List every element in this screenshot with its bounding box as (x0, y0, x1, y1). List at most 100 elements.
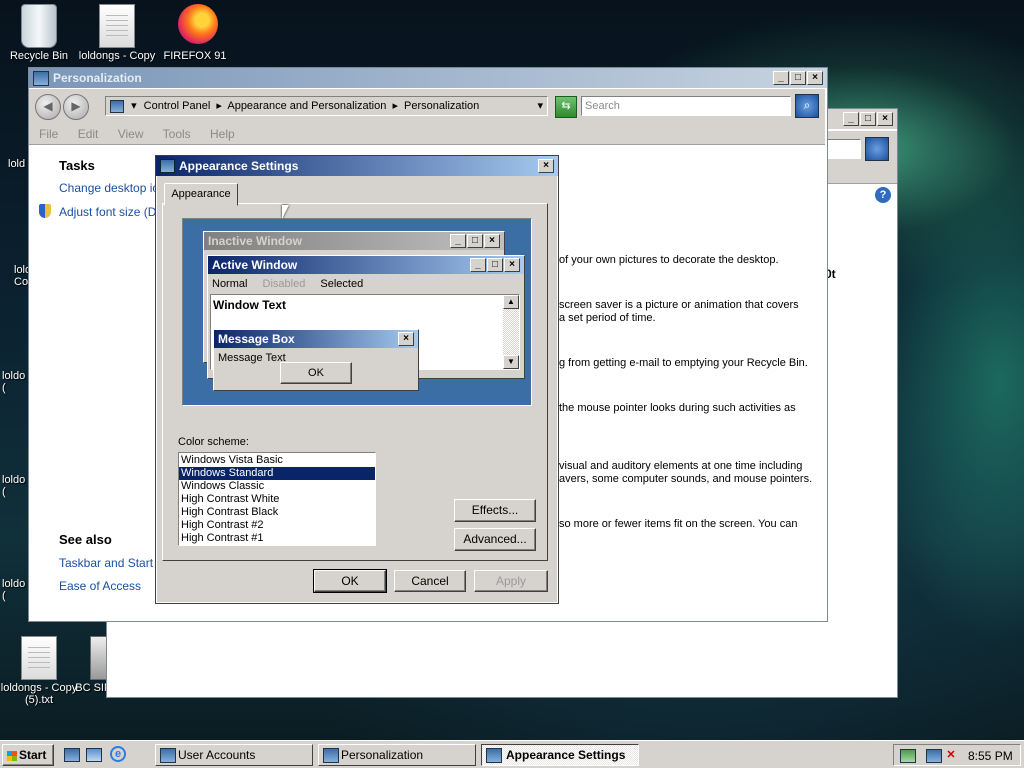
control-panel-icon (110, 99, 124, 113)
refresh-button[interactable]: ⇆ (555, 96, 577, 118)
see-also-heading: See also (59, 532, 112, 547)
desktop-partial-label: loldo ( (2, 370, 26, 394)
appearance-app-icon (486, 748, 502, 763)
switch-windows-icon[interactable] (86, 748, 102, 762)
dialog-title: Appearance Settings (179, 159, 299, 173)
control-panel-icon (323, 748, 339, 763)
shield-icon (39, 204, 51, 218)
taskbar-item-personalization[interactable]: Personalization (318, 744, 476, 766)
menu-view[interactable]: View (118, 127, 144, 141)
maximize-icon[interactable]: □ (790, 71, 806, 85)
start-button[interactable]: Start (2, 744, 54, 766)
help-icon[interactable]: ? (875, 187, 891, 203)
search-button[interactable]: ⌕ (795, 94, 819, 118)
desktop-icon-loldongs-copy[interactable]: loldongs - Copy (72, 4, 162, 62)
minimize-icon[interactable]: _ (843, 112, 859, 126)
windows-logo-icon (7, 750, 17, 761)
cancel-button[interactable]: Cancel (394, 570, 466, 592)
scheme-option[interactable]: High Contrast White (179, 493, 375, 506)
back-button[interactable]: ◀ (35, 94, 61, 120)
control-panel-icon (160, 748, 176, 763)
taskbar-item-user-accounts[interactable]: User Accounts (155, 744, 313, 766)
apply-button[interactable]: Apply (474, 570, 548, 592)
tasks-heading: Tasks (59, 158, 95, 173)
scheme-option[interactable]: High Contrast Black (179, 506, 375, 519)
text-file-icon (21, 636, 57, 680)
breadcrumb-appearance[interactable]: Appearance and Personalization (227, 100, 386, 112)
forward-button[interactable]: ▶ (63, 94, 89, 120)
personalization-titlebar: Personalization _ □ × (29, 68, 827, 88)
breadcrumb-control-panel[interactable]: Control Panel (144, 100, 211, 112)
search-icon: ⌕ (803, 98, 811, 112)
task-adjust-font-size[interactable]: Adjust font size (DPI) (59, 205, 155, 219)
menu-tools[interactable]: Tools (163, 127, 191, 141)
refresh-icon: ⇆ (561, 100, 571, 112)
network-icon[interactable] (900, 749, 916, 763)
navigation-bar: ◀ ▶ ▾ Control Panel ▸ Appearance and Per… (29, 89, 825, 123)
breadcrumb-separator[interactable]: ▸ (392, 100, 398, 112)
maximize-icon[interactable]: □ (860, 112, 876, 126)
appearance-settings-dialog: Appearance Settings × Appearance Inactiv… (155, 155, 559, 604)
close-icon[interactable]: × (877, 112, 893, 126)
desktop-icon-firefox[interactable]: FIREFOX 91 (150, 2, 240, 62)
close-icon[interactable]: × (807, 71, 823, 85)
scheme-option[interactable]: High Contrast #1 (179, 532, 375, 545)
scheme-option-selected[interactable]: Windows Standard (179, 467, 375, 480)
desktop-partial-label: loldo ( (2, 474, 26, 498)
clock[interactable]: 8:55 PM (968, 748, 1013, 764)
description-theme-2: avers, some computer sounds, and mouse p… (559, 473, 813, 485)
scheme-option[interactable]: High Contrast #2 (179, 519, 375, 532)
address-dropdown-icon[interactable]: ▾ (131, 100, 137, 112)
system-tray: ✕ 8:55 PM (893, 744, 1021, 766)
recycle-bin-icon (21, 4, 57, 48)
internet-explorer-icon[interactable]: e (110, 746, 126, 762)
breadcrumb-separator[interactable]: ▸ (216, 100, 222, 112)
preview-active-title: Active Window (212, 258, 298, 272)
appearance-app-icon (160, 159, 175, 173)
menu-help[interactable]: Help (210, 127, 235, 141)
maximize-icon: □ (467, 234, 483, 248)
minimize-icon: _ (450, 234, 466, 248)
taskbar-item-appearance-settings[interactable]: Appearance Settings (481, 744, 639, 766)
advanced-button[interactable]: Advanced... (454, 528, 536, 551)
color-scheme-label: Color scheme: (178, 436, 249, 448)
back-search-icon[interactable] (865, 137, 889, 161)
ok-button[interactable]: OK (313, 569, 387, 593)
desktop-partial-label: loldo ( (2, 578, 26, 602)
preview-message-box: Message Box × Message Text OK (213, 329, 419, 391)
close-icon: × (484, 234, 500, 248)
volume-muted-icon[interactable]: ✕ (944, 749, 958, 761)
forward-arrow-icon: ▶ (71, 99, 81, 113)
description-theme: visual and auditory elements at one time… (559, 460, 803, 472)
preview-window-text: Window Text (213, 298, 286, 312)
close-icon[interactable]: × (538, 159, 554, 173)
preview-msgbox-title: Message Box (218, 332, 295, 346)
scheme-option[interactable]: Windows Vista Basic (179, 454, 375, 467)
scheme-option[interactable]: Windows Classic (179, 480, 375, 493)
taskbar: Start e User Accounts Personalization Ap… (0, 740, 1024, 768)
maximize-icon: □ (487, 258, 503, 272)
address-bar[interactable]: ▾ Control Panel ▸ Appearance and Persona… (105, 96, 548, 116)
search-input[interactable]: Search (581, 96, 791, 116)
menu-edit[interactable]: Edit (78, 127, 99, 141)
see-also-taskbar[interactable]: Taskbar and Start Menu (59, 556, 155, 570)
minimize-icon[interactable]: _ (773, 71, 789, 85)
show-desktop-icon[interactable] (64, 748, 80, 762)
mouse-cursor-icon (282, 205, 289, 219)
menu-file[interactable]: File (39, 127, 58, 141)
color-scheme-list[interactable]: Windows Vista Basic Windows Standard Win… (178, 452, 376, 546)
window-title: Personalization (53, 71, 142, 85)
preview-msgbox-ok-button: OK (280, 362, 352, 384)
tab-appearance[interactable]: Appearance (164, 183, 238, 206)
display-icon[interactable] (926, 749, 942, 763)
address-history-dropdown-icon[interactable]: ▾ (537, 97, 543, 115)
description-display-settings: so more or fewer items fit on the screen… (559, 518, 798, 530)
task-change-desktop-icons[interactable]: Change desktop icons (59, 181, 155, 195)
description-screen-saver-2: a set period of time. (559, 312, 656, 324)
breadcrumb-personalization[interactable]: Personalization (404, 100, 479, 112)
effects-button[interactable]: Effects... (454, 499, 536, 522)
see-also-ease-of-access[interactable]: Ease of Access (59, 579, 141, 593)
preview-menu-normal: Normal (212, 278, 248, 290)
close-icon: × (398, 332, 414, 346)
scroll-up-icon: ▲ (503, 295, 519, 309)
